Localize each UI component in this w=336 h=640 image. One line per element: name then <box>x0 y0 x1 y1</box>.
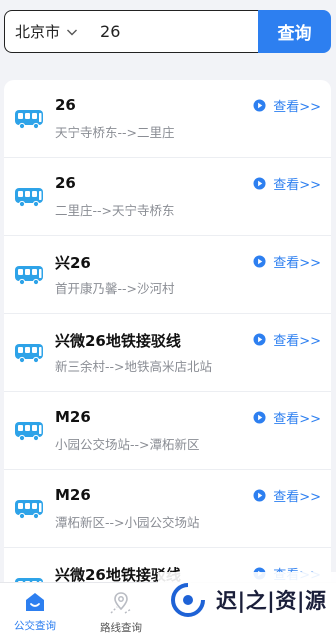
bus-line-route: 天宁寺桥东-->二里庄 <box>55 125 175 140</box>
watermark-logo-icon <box>171 582 206 617</box>
search-bar: 北京市 26 查询 <box>4 10 331 53</box>
bus-line-route: 二里庄-->天宁寺桥东 <box>55 203 175 218</box>
bus-icon <box>15 344 43 364</box>
view-details-link[interactable]: 查看>> <box>253 330 321 349</box>
bus-icon <box>15 266 43 286</box>
bus-line-name: M26 <box>55 408 91 426</box>
play-icon <box>253 99 266 112</box>
city-selector[interactable]: 北京市 <box>5 21 86 42</box>
route-pin-icon <box>110 592 132 614</box>
view-link-label: 查看>> <box>273 334 321 349</box>
bus-line-route: 新三余村-->地铁高米店北站 <box>55 359 212 374</box>
chevron-down-icon <box>67 29 78 35</box>
bus-line-name: M26 <box>55 486 91 504</box>
view-link-label: 查看>> <box>273 178 321 193</box>
bus-line-route: 潭柘新区-->小园公交场站 <box>55 515 200 530</box>
play-icon <box>253 177 266 190</box>
search-box[interactable]: 北京市 26 <box>4 10 258 53</box>
play-icon <box>253 489 266 502</box>
view-details-link[interactable]: 查看>> <box>253 252 321 271</box>
bus-icon <box>15 188 43 208</box>
bus-line-name: 兴26 <box>55 254 91 272</box>
bus-line-row[interactable]: M26 潭柘新区-->小园公交场站 查看>> <box>4 470 331 548</box>
bus-line-row[interactable]: M26 小园公交场站-->潭柘新区 查看>> <box>4 392 331 470</box>
play-icon <box>253 333 266 346</box>
play-icon <box>253 255 266 268</box>
bus-line-name: 26 <box>55 96 76 114</box>
bus-line-route: 小园公交场站-->潭柘新区 <box>55 437 200 452</box>
play-icon <box>253 411 266 424</box>
view-details-link[interactable]: 查看>> <box>253 408 321 427</box>
results-list: 26 天宁寺桥东-->二里庄 查看>> 26 二里庄-->天宁寺桥东 查看>> 兴26 首开康… <box>4 80 331 640</box>
view-link-label: 查看>> <box>273 256 321 271</box>
bus-icon <box>15 500 43 520</box>
city-label: 北京市 <box>15 23 61 41</box>
tab-bus-query[interactable]: 公交查询 <box>0 591 70 633</box>
tab-route-query[interactable]: 路线查询 <box>86 591 156 635</box>
watermark: 迟|之|资|源 <box>158 572 336 628</box>
tab-label: 公交查询 <box>14 620 56 632</box>
view-details-link[interactable]: 查看>> <box>253 96 321 115</box>
bus-icon <box>15 110 43 130</box>
tab-label: 路线查询 <box>100 622 142 634</box>
view-link-label: 查看>> <box>273 490 321 505</box>
view-link-label: 查看>> <box>273 412 321 427</box>
bus-icon <box>15 422 43 442</box>
bus-line-row[interactable]: 兴微26地铁接驳线新三余村-->地铁高米店北站 查看>> <box>4 314 331 392</box>
watermark-text: 迟|之|资|源 <box>216 589 327 613</box>
bus-line-route: 首开康乃馨-->沙河村 <box>55 281 175 296</box>
view-details-link[interactable]: 查看>> <box>253 486 321 505</box>
app-screen: 北京市 26 查询 26 天宁寺桥东-->二里庄 查看>> 26 二里庄-->天宁寺桥东… <box>0 0 336 640</box>
view-link-label: 查看>> <box>273 100 321 115</box>
bus-home-icon <box>26 593 44 611</box>
bus-line-row[interactable]: 26 二里庄-->天宁寺桥东 查看>> <box>4 158 331 236</box>
bus-line-row[interactable]: 26 天宁寺桥东-->二里庄 查看>> <box>4 80 331 158</box>
search-button[interactable]: 查询 <box>258 10 331 53</box>
search-input[interactable]: 26 <box>86 22 120 41</box>
view-details-link[interactable]: 查看>> <box>253 174 321 193</box>
bus-line-name: 26 <box>55 174 76 192</box>
bus-line-name: 兴微26地铁接驳线 <box>55 332 181 350</box>
bus-line-row[interactable]: 兴26 首开康乃馨-->沙河村 查看>> <box>4 236 331 314</box>
